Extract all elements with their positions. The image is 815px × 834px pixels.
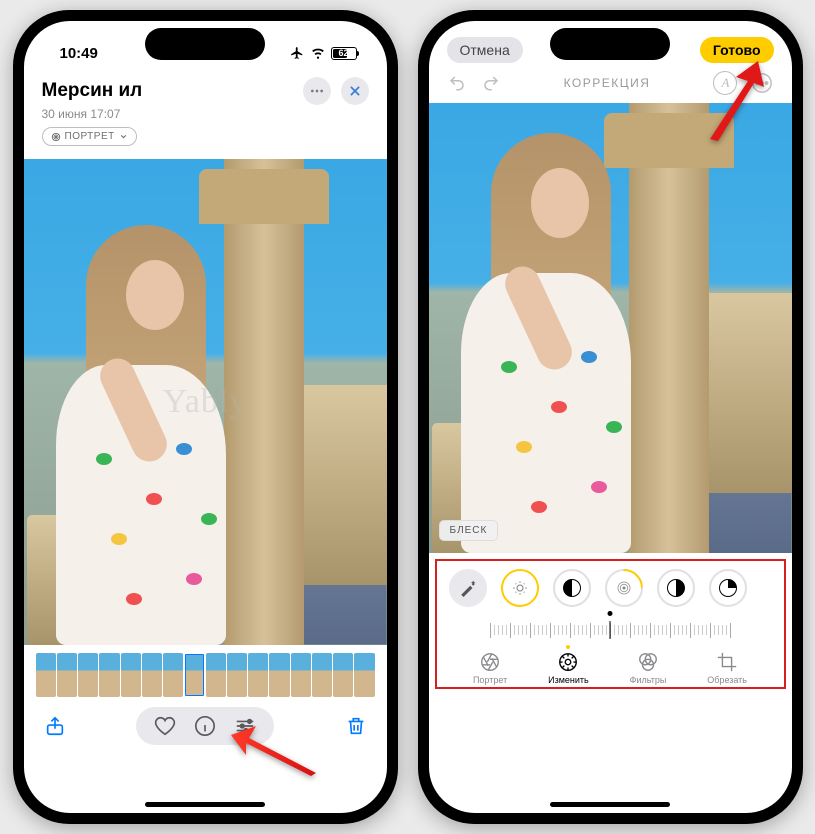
delete-button[interactable]: [345, 715, 367, 737]
thumbnail[interactable]: [121, 653, 141, 697]
dial-icon: [557, 651, 579, 673]
wifi-icon: [310, 46, 326, 60]
airplane-icon: [289, 46, 305, 60]
thumbnail[interactable]: [36, 653, 56, 697]
contrast-knob[interactable]: [709, 569, 747, 607]
redo-button[interactable]: [481, 74, 501, 92]
aperture-icon: [51, 132, 61, 142]
adjust-slider[interactable]: [445, 615, 776, 645]
callout-arrow-left: [231, 723, 321, 783]
thumbnail[interactable]: [99, 653, 119, 697]
tab-adjust[interactable]: Изменить: [548, 651, 589, 685]
aperture-icon: [479, 651, 501, 673]
thumbnail[interactable]: [248, 653, 268, 697]
tab-crop[interactable]: Обрезать: [707, 651, 747, 685]
quarter-icon: [719, 579, 737, 597]
ellipsis-icon: [309, 83, 325, 99]
adjustment-label-chip: БЛЕСК: [439, 520, 499, 541]
thumbnail[interactable]: [291, 653, 311, 697]
exposure-knob[interactable]: [501, 569, 539, 607]
left-screen: 10:49 62 Мерсин ил 30 июня 17:07 ПОРТРЕТ: [24, 21, 387, 813]
thumbnail[interactable]: [227, 653, 247, 697]
wand-icon: [459, 579, 477, 597]
thumbnail-current[interactable]: [184, 653, 204, 697]
thumbnail[interactable]: [333, 653, 353, 697]
adjust-panel-highlight: Портрет Изменить Фильтры Обрезать: [435, 559, 786, 689]
exposure-icon: [511, 579, 529, 597]
tab-portrait[interactable]: Портрет: [473, 651, 507, 685]
filters-icon: [637, 651, 659, 673]
concentric-icon: [615, 579, 633, 597]
shadows-knob[interactable]: [657, 569, 695, 607]
auto-enhance-knob[interactable]: [449, 569, 487, 607]
dynamic-island: [145, 28, 265, 60]
dynamic-island: [550, 28, 670, 60]
battery-icon: 62: [331, 47, 357, 60]
thumbnail[interactable]: [269, 653, 289, 697]
thumbnail[interactable]: [206, 653, 226, 697]
thumbnail[interactable]: [78, 653, 98, 697]
left-phone-frame: 10:49 62 Мерсин ил 30 июня 17:07 ПОРТРЕТ: [13, 10, 398, 824]
adjust-knobs-row[interactable]: [445, 567, 776, 613]
bottom-toolbar: [24, 697, 387, 751]
right-phone-frame: Отмена Готово КОРРЕКЦИЯ A: [418, 10, 803, 824]
photo-subtitle: 30 июня 17:07: [24, 107, 387, 121]
tab-filters[interactable]: Фильтры: [630, 651, 667, 685]
slider-value-dot: [608, 611, 613, 616]
photo-preview[interactable]: Yably: [24, 159, 387, 645]
thumbnail[interactable]: [354, 653, 374, 697]
title-row: Мерсин ил: [24, 69, 387, 107]
thumbnail[interactable]: [312, 653, 332, 697]
favorite-button[interactable]: [154, 715, 176, 737]
chevron-down-icon: [119, 132, 128, 141]
brilliance-knob[interactable]: [553, 569, 591, 607]
highlights-knob[interactable]: [605, 569, 643, 607]
home-indicator[interactable]: [145, 802, 265, 807]
info-button[interactable]: [194, 715, 216, 737]
thumbnail[interactable]: [142, 653, 162, 697]
photo-title: Мерсин ил: [42, 80, 143, 102]
callout-arrow-right: [700, 61, 770, 146]
close-button[interactable]: [341, 77, 369, 105]
edit-mode-tabs: Портрет Изменить Фильтры Обрезать: [445, 647, 776, 685]
more-button[interactable]: [303, 77, 331, 105]
right-screen: Отмена Готово КОРРЕКЦИЯ A: [429, 21, 792, 813]
slider-center-tick: [610, 621, 611, 639]
portrait-mode-chip[interactable]: ПОРТРЕТ: [42, 127, 137, 146]
status-icons: 62: [289, 46, 357, 60]
undo-button[interactable]: [447, 74, 467, 92]
half-circle-icon: [667, 579, 685, 597]
thumbnail[interactable]: [57, 653, 77, 697]
half-circle-icon: [563, 579, 581, 597]
cancel-button[interactable]: Отмена: [447, 37, 523, 63]
thumbnail[interactable]: [163, 653, 183, 697]
edit-mode-title: КОРРЕКЦИЯ: [564, 76, 651, 90]
done-button[interactable]: Готово: [700, 37, 774, 63]
thumbnail-strip[interactable]: [36, 653, 375, 697]
home-indicator[interactable]: [550, 802, 670, 807]
status-time: 10:49: [60, 45, 98, 62]
close-icon: [348, 84, 362, 98]
crop-icon: [716, 651, 738, 673]
share-button[interactable]: [44, 715, 66, 737]
photo-edit-preview[interactable]: БЛЕСК: [429, 103, 792, 553]
